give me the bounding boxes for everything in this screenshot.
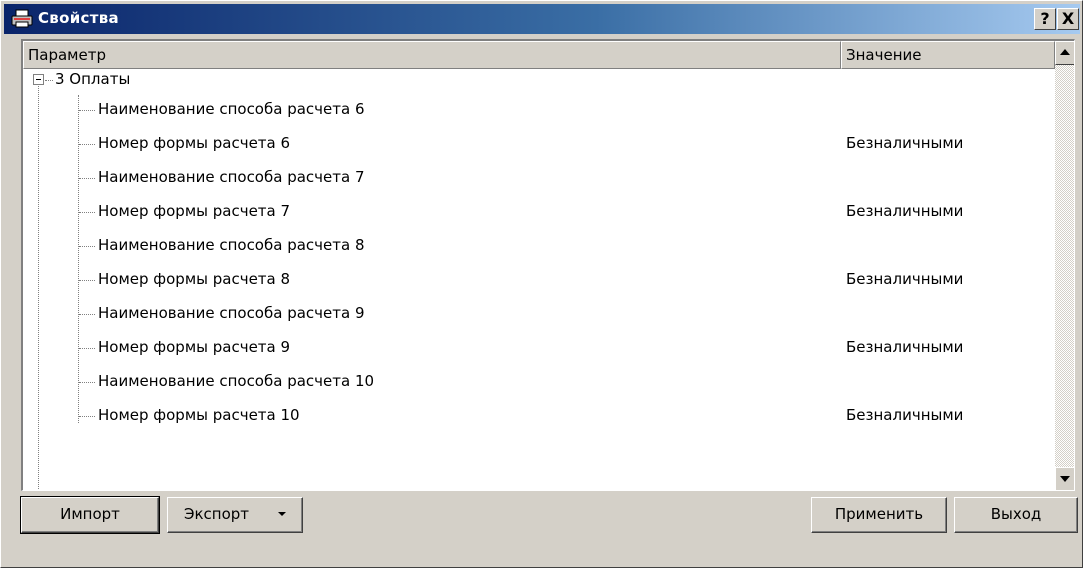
properties-tree: 3 Оплаты Наименование способа расчета 6 … [23,69,1053,490]
table-row[interactable]: Наименование способа расчета 8 [23,229,1053,263]
row-value[interactable]: Безналичными [846,134,963,152]
import-button[interactable]: Импорт [20,496,160,534]
arrow-up-icon [1060,49,1070,55]
table-row[interactable]: Наименование способа расчета 6 [23,93,1053,127]
table-row[interactable]: Наименование способа расчета 9 [23,297,1053,331]
row-value[interactable]: Безналичными [846,202,963,220]
row-parameter: Номер формы расчета 7 [98,202,291,220]
tree-connector [79,144,95,145]
column-header-parameter[interactable]: Параметр [23,41,841,69]
table-row[interactable]: Номер формы расчета 6 Безналичными [23,127,1053,161]
table-row[interactable]: Номер формы расчета 10 Безналичными [23,399,1053,433]
row-parameter: Номер формы расчета 9 [98,338,291,356]
row-parameter: Наименование способа расчета 7 [98,168,365,186]
group-label: 3 Оплаты [55,70,131,88]
export-button[interactable]: Экспорт [167,497,303,533]
scroll-up-button[interactable] [1055,41,1074,65]
tree-connector [79,212,95,213]
tree-connector [79,314,95,315]
exit-button[interactable]: Выход [954,497,1078,533]
tree-connector [79,416,95,417]
tree-connector [79,348,95,349]
tree-connector [79,280,95,281]
properties-list[interactable]: Параметр Значение 3 Оплаты Наименование … [21,39,1075,491]
properties-window: Свойства ? X Параметр Значение 3 Оплаты … [0,0,1083,568]
close-button[interactable]: X [1057,8,1079,30]
row-value[interactable]: Безналичными [846,270,963,288]
column-header-value[interactable]: Значение [841,41,1055,69]
row-parameter: Наименование способа расчета 10 [98,372,375,390]
apply-button[interactable]: Применить [811,497,947,533]
printer-icon [11,9,33,28]
table-row[interactable]: Наименование способа расчета 10 [23,365,1053,399]
table-row[interactable]: Номер формы расчета 9 Безналичными [23,331,1053,365]
tree-connector [79,178,95,179]
tree-collapse-icon[interactable] [33,74,44,85]
arrow-down-icon [1060,476,1070,482]
table-row[interactable]: Номер формы расчета 8 Безналичными [23,263,1053,297]
dropdown-arrow-icon [278,512,286,516]
row-parameter: Номер формы расчета 6 [98,134,291,152]
row-value[interactable]: Безналичными [846,406,963,424]
row-parameter: Наименование способа расчета 8 [98,236,365,254]
tree-connector [79,110,95,111]
tree-connector [79,382,95,383]
window-title: Свойства [38,9,119,27]
row-value[interactable]: Безналичными [846,338,963,356]
title-bar[interactable]: Свойства ? X [4,4,1080,34]
tree-connector [45,80,53,81]
scroll-down-button[interactable] [1055,467,1074,490]
export-button-label: Экспорт [184,505,250,523]
row-parameter: Наименование способа расчета 6 [98,100,365,118]
row-parameter: Наименование способа расчета 9 [98,304,365,322]
row-parameter: Номер формы расчета 10 [98,406,300,424]
tree-connector [79,246,95,247]
row-parameter: Номер формы расчета 8 [98,270,291,288]
table-row[interactable]: Номер формы расчета 7 Безналичными [23,195,1053,229]
vertical-scrollbar[interactable] [1055,41,1074,490]
table-row[interactable]: Наименование способа расчета 7 [23,161,1053,195]
help-button[interactable]: ? [1034,8,1056,30]
